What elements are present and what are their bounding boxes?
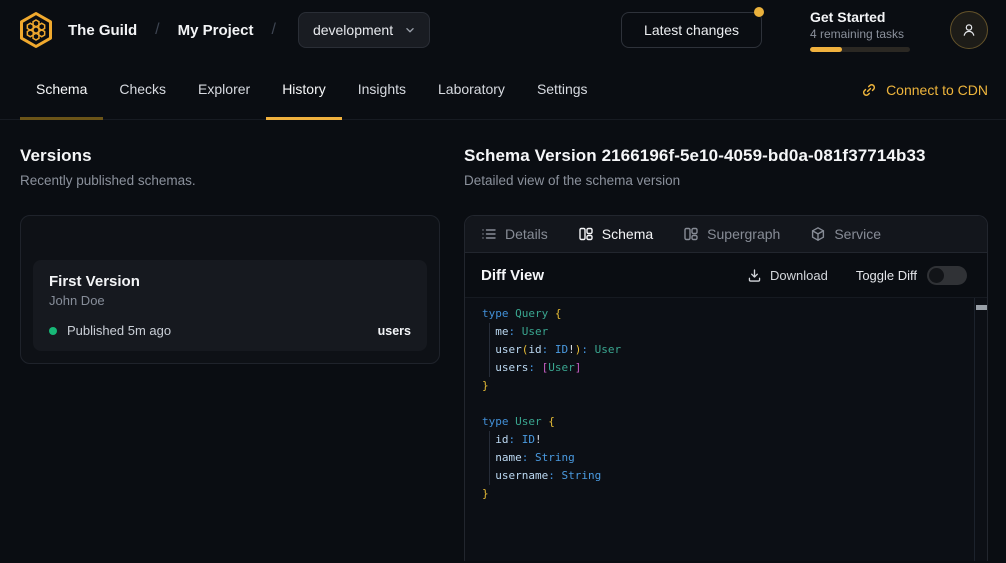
version-detail-title: Schema Version 2166196f-5e10-4059-bd0a-0…	[464, 146, 988, 166]
get-started-subtitle: 4 remaining tasks	[810, 27, 910, 41]
version-name: First Version	[49, 273, 411, 290]
versions-section: Versions Recently published schemas. Fir…	[20, 146, 440, 563]
chevron-down-icon	[403, 23, 417, 37]
version-service-badge: users	[378, 324, 411, 338]
get-started-title: Get Started	[810, 9, 910, 25]
download-label: Download	[770, 268, 828, 283]
version-list-item[interactable]: First Version John Doe Published 5m ago …	[33, 260, 427, 351]
latest-changes-label: Latest changes	[644, 22, 739, 38]
notification-dot	[754, 7, 764, 17]
download-button[interactable]: Download	[747, 268, 828, 283]
user-avatar[interactable]	[950, 11, 988, 49]
nav-tab-explorer[interactable]: Explorer	[182, 60, 266, 120]
tab-service-label: Service	[834, 226, 881, 242]
tab-schema[interactable]: Schema	[578, 226, 653, 242]
breadcrumb-project[interactable]: My Project	[178, 22, 254, 39]
top-bar: The Guild / My Project / development Lat…	[0, 0, 1006, 60]
version-author: John Doe	[49, 293, 411, 308]
list-icon	[481, 226, 497, 242]
cube-icon	[810, 226, 826, 242]
versions-subtitle: Recently published schemas.	[20, 173, 440, 188]
target-selector-dropdown[interactable]: development	[298, 12, 430, 48]
person-icon	[959, 20, 979, 40]
version-detail-subtitle: Detailed view of the schema version	[464, 173, 988, 188]
versions-list-card: First Version John Doe Published 5m ago …	[20, 215, 440, 364]
guild-hive-logo-icon[interactable]	[16, 10, 56, 50]
version-status-label: Published 5m ago	[67, 323, 171, 338]
toggle-diff-knob	[929, 268, 944, 283]
version-status-row: Published 5m ago users	[49, 323, 411, 338]
published-status-dot	[49, 327, 57, 335]
download-icon	[747, 268, 762, 283]
toggle-diff-switch[interactable]	[927, 266, 967, 285]
nav-tab-insights[interactable]: Insights	[342, 60, 422, 120]
tab-supergraph[interactable]: Supergraph	[683, 226, 780, 242]
diff-view-actions: Download Toggle Diff	[747, 266, 967, 285]
nav-tab-schema[interactable]: Schema	[20, 60, 103, 120]
nav-tab-checks[interactable]: Checks	[103, 60, 182, 120]
connect-to-cdn-link[interactable]: Connect to CDN	[861, 60, 988, 119]
nav-tab-laboratory[interactable]: Laboratory	[422, 60, 521, 120]
tab-details-label: Details	[505, 226, 548, 242]
app-root: The Guild / My Project / development Lat…	[0, 0, 1006, 563]
code-block[interactable]: type Query { me: User user(id: ID!): Use…	[465, 298, 987, 503]
diff-view-title: Diff View	[481, 267, 544, 284]
nav-tab-settings[interactable]: Settings	[521, 60, 604, 120]
connect-to-cdn-label: Connect to CDN	[886, 82, 988, 98]
toggle-diff-group: Toggle Diff	[856, 266, 967, 285]
diff-view-toolbar: Diff View Download T	[465, 253, 987, 298]
get-started-progressbar	[810, 47, 910, 52]
main-nav: Schema Checks Explorer History Insights …	[0, 60, 1006, 120]
get-started-progress-fill	[810, 47, 842, 52]
code-scrollbar-thumb[interactable]	[976, 305, 987, 310]
main-content: Versions Recently published schemas. Fir…	[0, 120, 1006, 563]
schema-code-area: type Query { me: User user(id: ID!): Use…	[465, 298, 987, 561]
version-detail-tabs: Details Schema	[465, 216, 987, 253]
nav-tab-history[interactable]: History	[266, 60, 342, 120]
toggle-diff-label: Toggle Diff	[856, 268, 917, 283]
breadcrumb: The Guild / My Project /	[68, 21, 276, 39]
code-scrollbar[interactable]	[974, 298, 987, 561]
columns-icon	[578, 226, 594, 242]
breadcrumb-separator: /	[271, 21, 275, 39]
tab-schema-label: Schema	[602, 226, 653, 242]
tab-details[interactable]: Details	[481, 226, 548, 242]
breadcrumb-org[interactable]: The Guild	[68, 22, 137, 39]
get-started-widget[interactable]: Get Started 4 remaining tasks	[810, 9, 910, 52]
target-selector-value: development	[313, 22, 393, 38]
latest-changes-button[interactable]: Latest changes	[621, 12, 762, 48]
tab-supergraph-label: Supergraph	[707, 226, 780, 242]
tab-service[interactable]: Service	[810, 226, 881, 242]
link-icon	[861, 82, 877, 98]
version-detail-section: Schema Version 2166196f-5e10-4059-bd0a-0…	[464, 146, 988, 563]
columns-icon	[683, 226, 699, 242]
version-detail-panel: Details Schema	[464, 215, 988, 561]
versions-title: Versions	[20, 146, 440, 166]
breadcrumb-separator: /	[155, 21, 159, 39]
